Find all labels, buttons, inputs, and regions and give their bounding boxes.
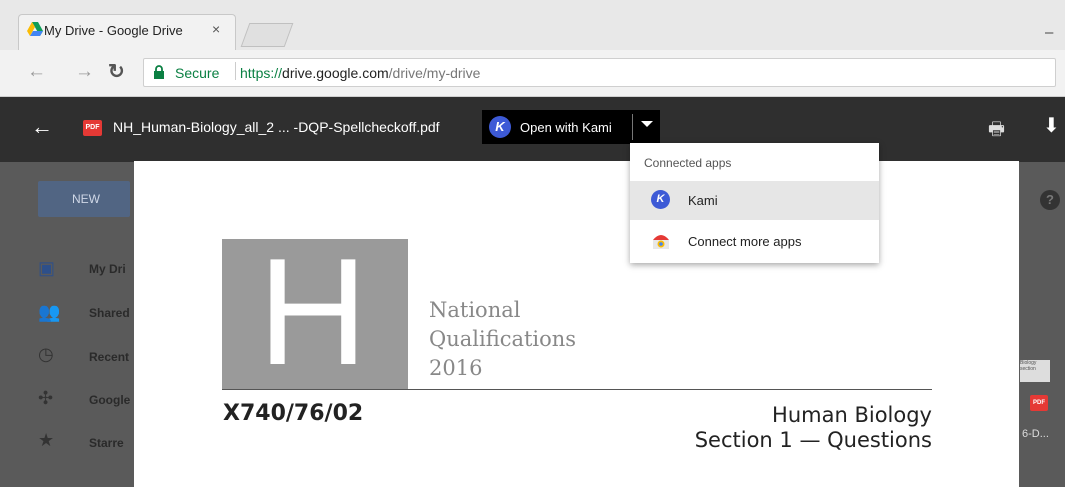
nq-line-2: Qualifications [429,327,577,351]
menu-item-kami-label: Kami [688,193,718,208]
nq-year: 2016 [429,356,483,380]
tab-title: My Drive - Google Drive [44,23,183,38]
open-with-dropdown-button[interactable] [634,110,660,144]
back-icon[interactable]: ← [27,61,46,83]
url-scheme: https:// [240,65,283,81]
minimize-icon[interactable]: – [1045,24,1053,41]
tab-close-icon[interactable]: × [212,21,220,37]
kami-icon: K [489,116,511,138]
new-tab-button[interactable] [240,23,294,47]
url-text[interactable]: https://drive.google.com/drive/my-drive [240,65,480,81]
lock-icon [154,65,164,79]
download-icon[interactable]: ⬇ [1043,113,1060,138]
url-path: /drive/my-drive [388,65,481,81]
file-name: NH_Human-Biology_all_2 ... -DQP-Spellche… [113,119,440,135]
open-with-label: Open with Kami [520,120,612,135]
chevron-down-icon [641,121,653,127]
viewer-back-icon[interactable]: ← [31,114,53,140]
new-button-label: NEW [72,192,100,206]
qualification-logo-letter: H [258,227,368,397]
pdf-thumbnail-icon: PDF [1030,395,1048,411]
my-drive-icon: ▣ [38,258,56,278]
starred-icon: ★ [38,430,55,450]
sidebar-item-my-drive: My Dri [89,262,126,276]
sidebar-item-recent: Recent [89,350,130,364]
shared-icon: 👥 [38,302,61,322]
page-divider [222,389,932,390]
print-icon[interactable]: 🖶 [988,117,1005,147]
sidebar-item-starred: Starre [89,436,124,450]
url-host: drive.google.com [282,65,389,81]
pdf-icon: PDF [83,120,102,136]
menu-header: Connected apps [644,156,732,170]
reload-icon[interactable]: ↻ [108,59,125,84]
secure-label: Secure [175,65,220,81]
menu-item-connect-more-apps-label: Connect more apps [688,234,802,249]
chrome-web-store-icon [653,235,669,249]
sidebar-item-shared: Shared [89,306,130,320]
kami-icon: K [651,190,670,209]
section-title: Section 1 — Questions [694,428,932,452]
paper-code: X740/76/02 [223,401,364,426]
file-thumbnail: Biology section [1020,360,1050,382]
help-icon: ? [1040,190,1060,210]
subject-title: Human Biology [772,403,932,427]
sidebar-item-google: Google [89,393,131,407]
forward-icon[interactable]: → [75,61,94,83]
open-with-divider [632,114,633,140]
recent-icon: ◷ [38,344,54,364]
google-drive-icon [27,22,43,36]
nq-line-1: National [429,298,521,322]
file-name-truncated: 6-D... [1022,428,1049,440]
url-divider [235,62,236,80]
google-photos-icon: ✣ [38,388,54,408]
